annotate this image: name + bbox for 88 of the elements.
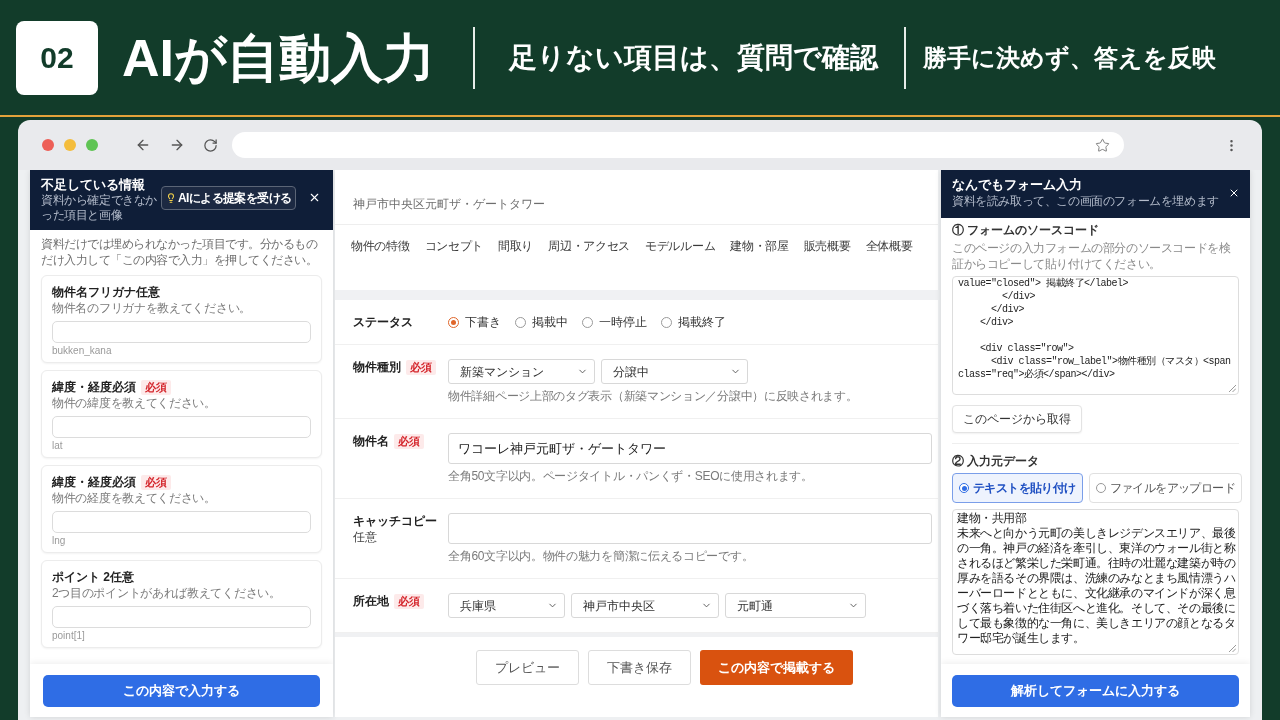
section-hint: このページの入力フォームの部分のソースコードを検証からコピーして貼り付けてください。: [952, 240, 1232, 272]
question-title: 緯度・経度必須: [52, 379, 136, 395]
question-hint: 物件の経度を教えてください。: [52, 491, 216, 506]
radio-button-icon[interactable]: [515, 316, 526, 328]
source-text-field[interactable]: 建物・共用部 未来へと向かう元町の美しきレジデンスエリア、最後の一角。神戸の経済を牽引し、東洋のウォール街と称されるほど繁栄した栄町通。往時の壮麗な建築が時の厚みを語るその界隈は、洗練のみなとまち風情漂うハーバーロードとともに、文化継承のマインドが深く息づく落ち着いた住街区へと進化。そして、その最後にして最も象徴的な一角に、美しきエリアの顔となるタワー邸宅が誕生します。: [952, 509, 1239, 655]
forward-arrow-icon[interactable]: [169, 137, 185, 153]
field-label: ステータス: [353, 314, 413, 330]
pasted-text: 未来へと向かう元町の美しきレジデンスエリア、最後の一角。神戸の経済を牽引し、東洋のウォール街と称されるほど繁栄した栄町通。往時の壮麗な建築が時の厚みを語るその界隈は、洗練のみなとまち風情漂うハーバーロードとともに、文化継承のマインドが深く息づく落ち着いた住街区へと進化。そして、その最後にして最も象徴的な一角に、美しきエリアの顔となるタワー邸宅が誕生します。: [957, 526, 1236, 646]
secondary-button[interactable]: プレビュー: [476, 650, 579, 685]
bookmark-star-icon[interactable]: [1095, 137, 1110, 153]
pasted-text: 建物・共用部: [957, 511, 1028, 526]
answer-field[interactable]: [52, 416, 311, 438]
required-badge: 必須: [141, 474, 171, 490]
select-field[interactable]: 兵庫県: [448, 593, 565, 618]
section-tab[interactable]: コンセプト: [424, 238, 484, 254]
field-hint: 全角60文字以内。物件の魅力を簡潔に伝えるコピーです。: [448, 549, 754, 564]
select-field[interactable]: 新築マンション: [448, 359, 595, 384]
answer-field[interactable]: [52, 511, 311, 533]
field-key-label: bukken_kana: [52, 345, 112, 357]
tagline: 勝手に決めず、答えを反映: [923, 42, 1216, 74]
resize-grip-icon[interactable]: [1229, 385, 1236, 392]
status-radio-option[interactable]: 掲載中: [515, 314, 568, 330]
tagline: 足りない項目は、質問で確認: [509, 40, 878, 75]
step-badge: 02: [16, 20, 98, 95]
field-label: キャッチコピー: [353, 513, 437, 529]
close-icon[interactable]: [308, 191, 321, 204]
input-mode-option[interactable]: ファイルをアップロード: [1088, 473, 1242, 503]
radio-button-icon[interactable]: [582, 316, 593, 328]
apply-answers-button[interactable]: この内容で入力する: [43, 675, 320, 707]
field-hint: 全角50文字以内。ページタイトル・パンくず・SEOに使用されます。: [448, 469, 813, 484]
radio-button-icon[interactable]: [661, 316, 672, 328]
input-mode-option[interactable]: テキストを貼り付け: [952, 473, 1083, 503]
field-key-label: lat: [52, 440, 63, 452]
section-tab[interactable]: 全体概要: [865, 238, 913, 254]
secondary-button[interactable]: 下書き保存: [588, 650, 691, 685]
field-label: 物件種別: [353, 359, 401, 375]
question-hint: 2つ目のポイントがあれば教えてください。: [52, 586, 281, 601]
field-label: 物件名: [353, 433, 389, 449]
optional-label: 任意: [353, 530, 377, 545]
question-hint: 物件名のフリガナを教えてください。: [52, 301, 251, 316]
question-hint: 物件の緯度を教えてください。: [52, 396, 216, 411]
section-tab[interactable]: 物件の特徴: [351, 238, 410, 254]
status-radio-option[interactable]: 一時停止: [582, 314, 647, 330]
reload-icon[interactable]: [203, 137, 218, 153]
section-tab[interactable]: モデルルーム: [645, 238, 716, 254]
panel-subtitle: 資料を読み取って、この画面のフォームを埋めます: [952, 193, 1219, 209]
field-label: 所在地: [353, 593, 389, 609]
text-field[interactable]: [448, 513, 932, 544]
section-tab[interactable]: 建物・部屋: [730, 238, 789, 254]
panel-title: なんでもフォーム入力: [952, 176, 1083, 193]
text-field[interactable]: ワコーレ神戸元町ザ・ゲートタワー: [448, 433, 932, 464]
radio-button-icon: [1095, 483, 1106, 493]
headline: AIが自動入力: [122, 27, 435, 88]
breadcrumb-text: 神戸市中央区元町ザ・ゲートタワー: [353, 196, 545, 212]
status-radio-option[interactable]: 掲載終了: [661, 314, 726, 330]
question-title: ポイント 2任意: [52, 569, 134, 585]
question-title: 物件名フリガナ任意: [52, 284, 160, 300]
status-radio-option[interactable]: 下書き: [448, 314, 501, 330]
source-code-field[interactable]: value="closed"> 掲載終了</label> </div> </div> </div> <div class="row"> <div class="row_label">物件種別（マスタ）<span class="req">必須</span></div>: [952, 276, 1239, 395]
close-icon[interactable]: [1228, 187, 1240, 199]
required-badge: 必須: [394, 433, 424, 449]
section-label: ② 入力元データ: [952, 453, 1040, 469]
section-tab[interactable]: 販売概要: [803, 238, 851, 254]
required-badge: 必須: [406, 359, 436, 375]
section-tab[interactable]: 周辺・アクセス: [548, 238, 631, 254]
section-tab[interactable]: 間取り: [498, 238, 534, 254]
required-badge: 必須: [394, 593, 424, 609]
resize-grip-icon[interactable]: [1229, 645, 1236, 652]
section-label: ① フォームのソースコード: [952, 222, 1100, 238]
intro-text: 資料だけでは埋められなかった項目です。分かるものだけ入力して「この内容で入力」を押してください。: [41, 236, 319, 268]
answer-field[interactable]: [52, 321, 311, 343]
fetch-from-page-button[interactable]: このページから取得: [952, 405, 1082, 433]
answer-field[interactable]: [52, 606, 311, 628]
question-title: 緯度・経度必須: [52, 474, 136, 490]
radio-button-icon: [959, 483, 969, 493]
select-field[interactable]: 元町通: [725, 593, 866, 618]
field-key-label: lng: [52, 535, 66, 547]
select-field[interactable]: 神戸市中央区: [571, 593, 719, 618]
field-hint: 物件詳細ページ上部のタグ表示（新築マンション／分譲中）に反映されます。: [448, 389, 858, 404]
panel-title: 不足している情報: [41, 176, 146, 193]
publish-button[interactable]: この内容で掲載する: [700, 650, 853, 685]
required-badge: 必須: [141, 379, 171, 395]
ai-suggest-button[interactable]: AIによる提案を受ける: [161, 186, 297, 210]
analyze-and-fill-button[interactable]: 解析してフォームに入力する: [952, 675, 1239, 707]
lightbulb-icon: [166, 193, 176, 203]
panel-subtitle: 資料から確定できなかった項目と画像: [41, 193, 157, 223]
select-field[interactable]: 分譲中: [601, 359, 748, 384]
field-key-label: point[1]: [52, 630, 85, 642]
